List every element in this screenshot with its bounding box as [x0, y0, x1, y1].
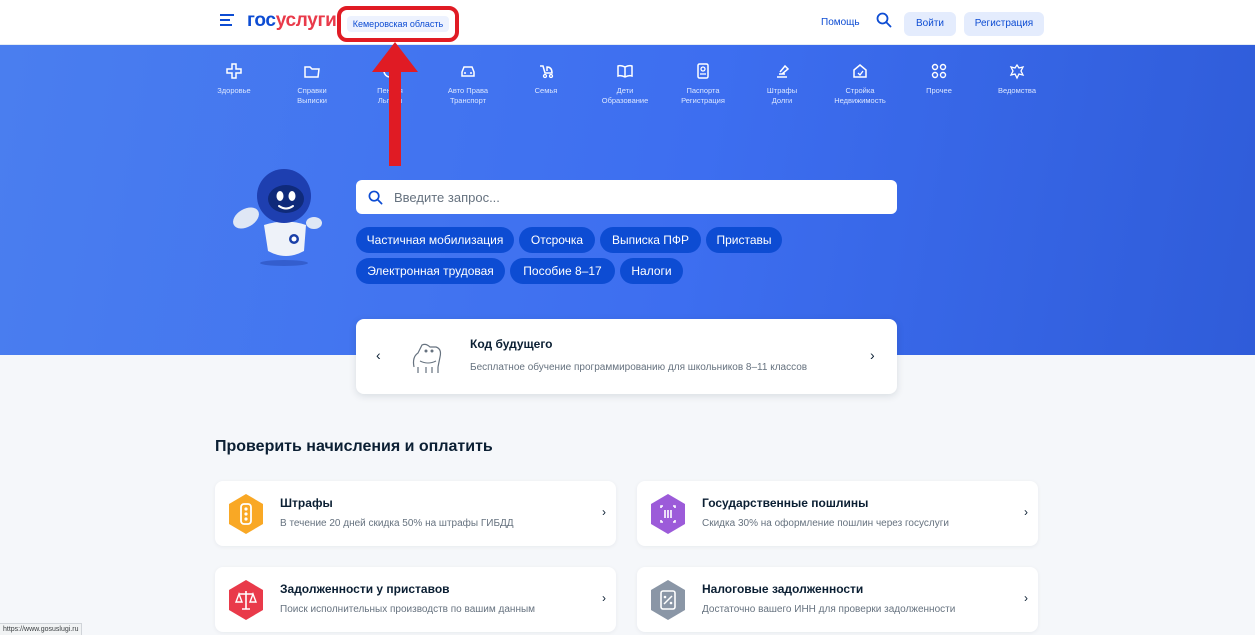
chip-bailiffs[interactable]: Приставы	[706, 227, 782, 253]
traffic-light-icon	[229, 494, 263, 534]
carousel-next-icon[interactable]: ›	[870, 347, 875, 363]
category-label-line1: Стройка	[845, 86, 875, 95]
category-label: Здоровье	[199, 86, 269, 96]
emblem-icon	[1009, 63, 1025, 80]
logo-part-uslugi: услуги	[275, 10, 337, 31]
top-header: госуслуги Кемеровская область Помощь Вой…	[0, 0, 1255, 45]
menu-icon[interactable]	[220, 14, 234, 26]
category-stroller[interactable]: Семья	[511, 62, 581, 96]
chevron-right-icon: ›	[1024, 591, 1028, 605]
house-icon	[853, 64, 867, 78]
card-tax-debts[interactable]: Налоговые задолженности Достаточно вашег…	[637, 567, 1038, 632]
card-fines[interactable]: Штрафы В течение 20 дней скидка 50% на ш…	[215, 481, 616, 546]
chip-mobilization[interactable]: Частичная мобилизация	[356, 227, 514, 253]
card-subtitle: Поиск исполнительных производств по ваши…	[280, 604, 536, 615]
category-label-line2: Регистрация	[681, 96, 725, 105]
health-cross-icon	[226, 63, 242, 79]
category-house[interactable]: Стройка Недвижимость	[825, 62, 895, 106]
category-label-line2: Долги	[771, 96, 793, 105]
category-label-line1: Справки	[297, 86, 327, 95]
category-book[interactable]: Дети Образование	[590, 62, 660, 106]
category-label: Дети Образование	[590, 86, 660, 106]
chevron-right-icon: ›	[602, 591, 606, 605]
logo-part-gos: гос	[247, 10, 276, 31]
status-bar-url: https://www.gosuslugi.ru	[0, 623, 83, 635]
category-label-line1: Паспорта	[686, 86, 720, 95]
tax-document-icon	[651, 580, 685, 620]
card-subtitle: Достаточно вашего ИНН для проверки задол…	[702, 604, 956, 615]
receipt-icon	[651, 494, 685, 534]
promo-title: Код будущего	[470, 337, 553, 351]
register-button[interactable]: Регистрация	[964, 12, 1044, 36]
chip-electronic-workbook[interactable]: Электронная трудовая	[356, 258, 505, 284]
login-button[interactable]: Войти	[904, 12, 956, 36]
category-label: Справки Выписки	[277, 86, 347, 106]
category-label: Авто Права Транспорт	[433, 86, 503, 106]
category-gavel[interactable]: Штрафы Долги	[747, 62, 817, 106]
robot-mascot-icon	[233, 169, 322, 266]
chevron-right-icon: ›	[602, 505, 606, 519]
promo-carousel[interactable]: ‹ Код будущего Бесплатное обучение прогр…	[356, 319, 897, 394]
category-label: Стройка Недвижимость	[825, 86, 895, 106]
card-subtitle: В течение 20 дней скидка 50% на штрафы Г…	[280, 518, 514, 529]
main-search-field[interactable]	[356, 180, 897, 214]
gosuslugi-logo[interactable]: госуслуги	[247, 10, 337, 32]
chevron-right-icon: ›	[1024, 505, 1028, 519]
card-bailiff-debts[interactable]: Задолженности у приставов Поиск исполнит…	[215, 567, 616, 632]
section-title: Проверить начисления и оплатить	[215, 438, 493, 455]
category-label-line1: Авто Права	[447, 86, 489, 95]
chip-pfr-extract[interactable]: Выписка ПФР	[600, 227, 701, 253]
help-link[interactable]: Помощь	[821, 17, 860, 28]
region-highlight: Кемеровская область	[337, 6, 459, 42]
category-label-line1: Семья	[534, 86, 558, 95]
category-passport[interactable]: Паспорта Регистрация	[668, 62, 738, 106]
category-label-line1: Здоровье	[217, 86, 251, 95]
category-label: Семья	[511, 86, 581, 96]
category-label-line2: Недвижимость	[834, 96, 886, 105]
region-selector[interactable]: Кемеровская область	[347, 16, 449, 32]
stroller-icon	[540, 65, 554, 79]
category-label-line2: Образование	[601, 96, 649, 105]
card-state-duties[interactable]: Государственные пошлины Скидка 30% на оф…	[637, 481, 1038, 546]
category-car[interactable]: Авто Права Транспорт	[433, 62, 503, 106]
category-label-line2: Транспорт	[449, 96, 487, 105]
book-icon	[617, 64, 633, 78]
gavel-icon	[777, 64, 790, 78]
chip-allowance[interactable]: Пособие 8–17	[510, 258, 615, 284]
search-icon	[368, 190, 383, 205]
category-label-line1: Ведомства	[998, 86, 1036, 95]
category-label-line1: Дети	[616, 86, 634, 95]
category-grid[interactable]: Прочее	[904, 62, 974, 96]
annotation-arrow-icon	[372, 42, 418, 166]
category-label-line1: Штрафы	[766, 86, 798, 95]
robot-dog-icon	[412, 343, 442, 373]
card-title: Задолженности у приставов	[280, 582, 450, 596]
grid-icon	[931, 63, 947, 79]
card-title: Государственные пошлины	[702, 496, 869, 510]
scales-icon	[229, 580, 263, 620]
category-label: Паспорта Регистрация	[668, 86, 738, 106]
category-label-line1: Прочее	[926, 86, 952, 95]
carousel-prev-icon[interactable]: ‹	[376, 347, 381, 363]
promo-subtitle: Бесплатное обучение программированию для…	[470, 362, 808, 373]
category-emblem[interactable]: Ведомства	[982, 62, 1052, 96]
folder-icon	[304, 66, 320, 78]
chip-deferment[interactable]: Отсрочка	[519, 227, 595, 253]
card-subtitle: Скидка 30% на оформление пошлин через го…	[702, 518, 949, 529]
category-health-cross[interactable]: Здоровье	[199, 62, 269, 96]
search-input[interactable]	[394, 187, 874, 207]
category-label: Ведомства	[982, 86, 1052, 96]
category-label: Прочее	[904, 86, 974, 96]
chip-taxes[interactable]: Налоги	[620, 258, 683, 284]
car-icon	[461, 66, 475, 77]
card-title: Штрафы	[280, 496, 333, 510]
card-title: Налоговые задолженности	[702, 582, 864, 596]
category-label: Штрафы Долги	[747, 86, 817, 106]
passport-icon	[697, 63, 709, 79]
category-folder[interactable]: Справки Выписки	[277, 62, 347, 106]
search-icon[interactable]	[876, 12, 892, 28]
category-label-line2: Выписки	[297, 96, 327, 105]
